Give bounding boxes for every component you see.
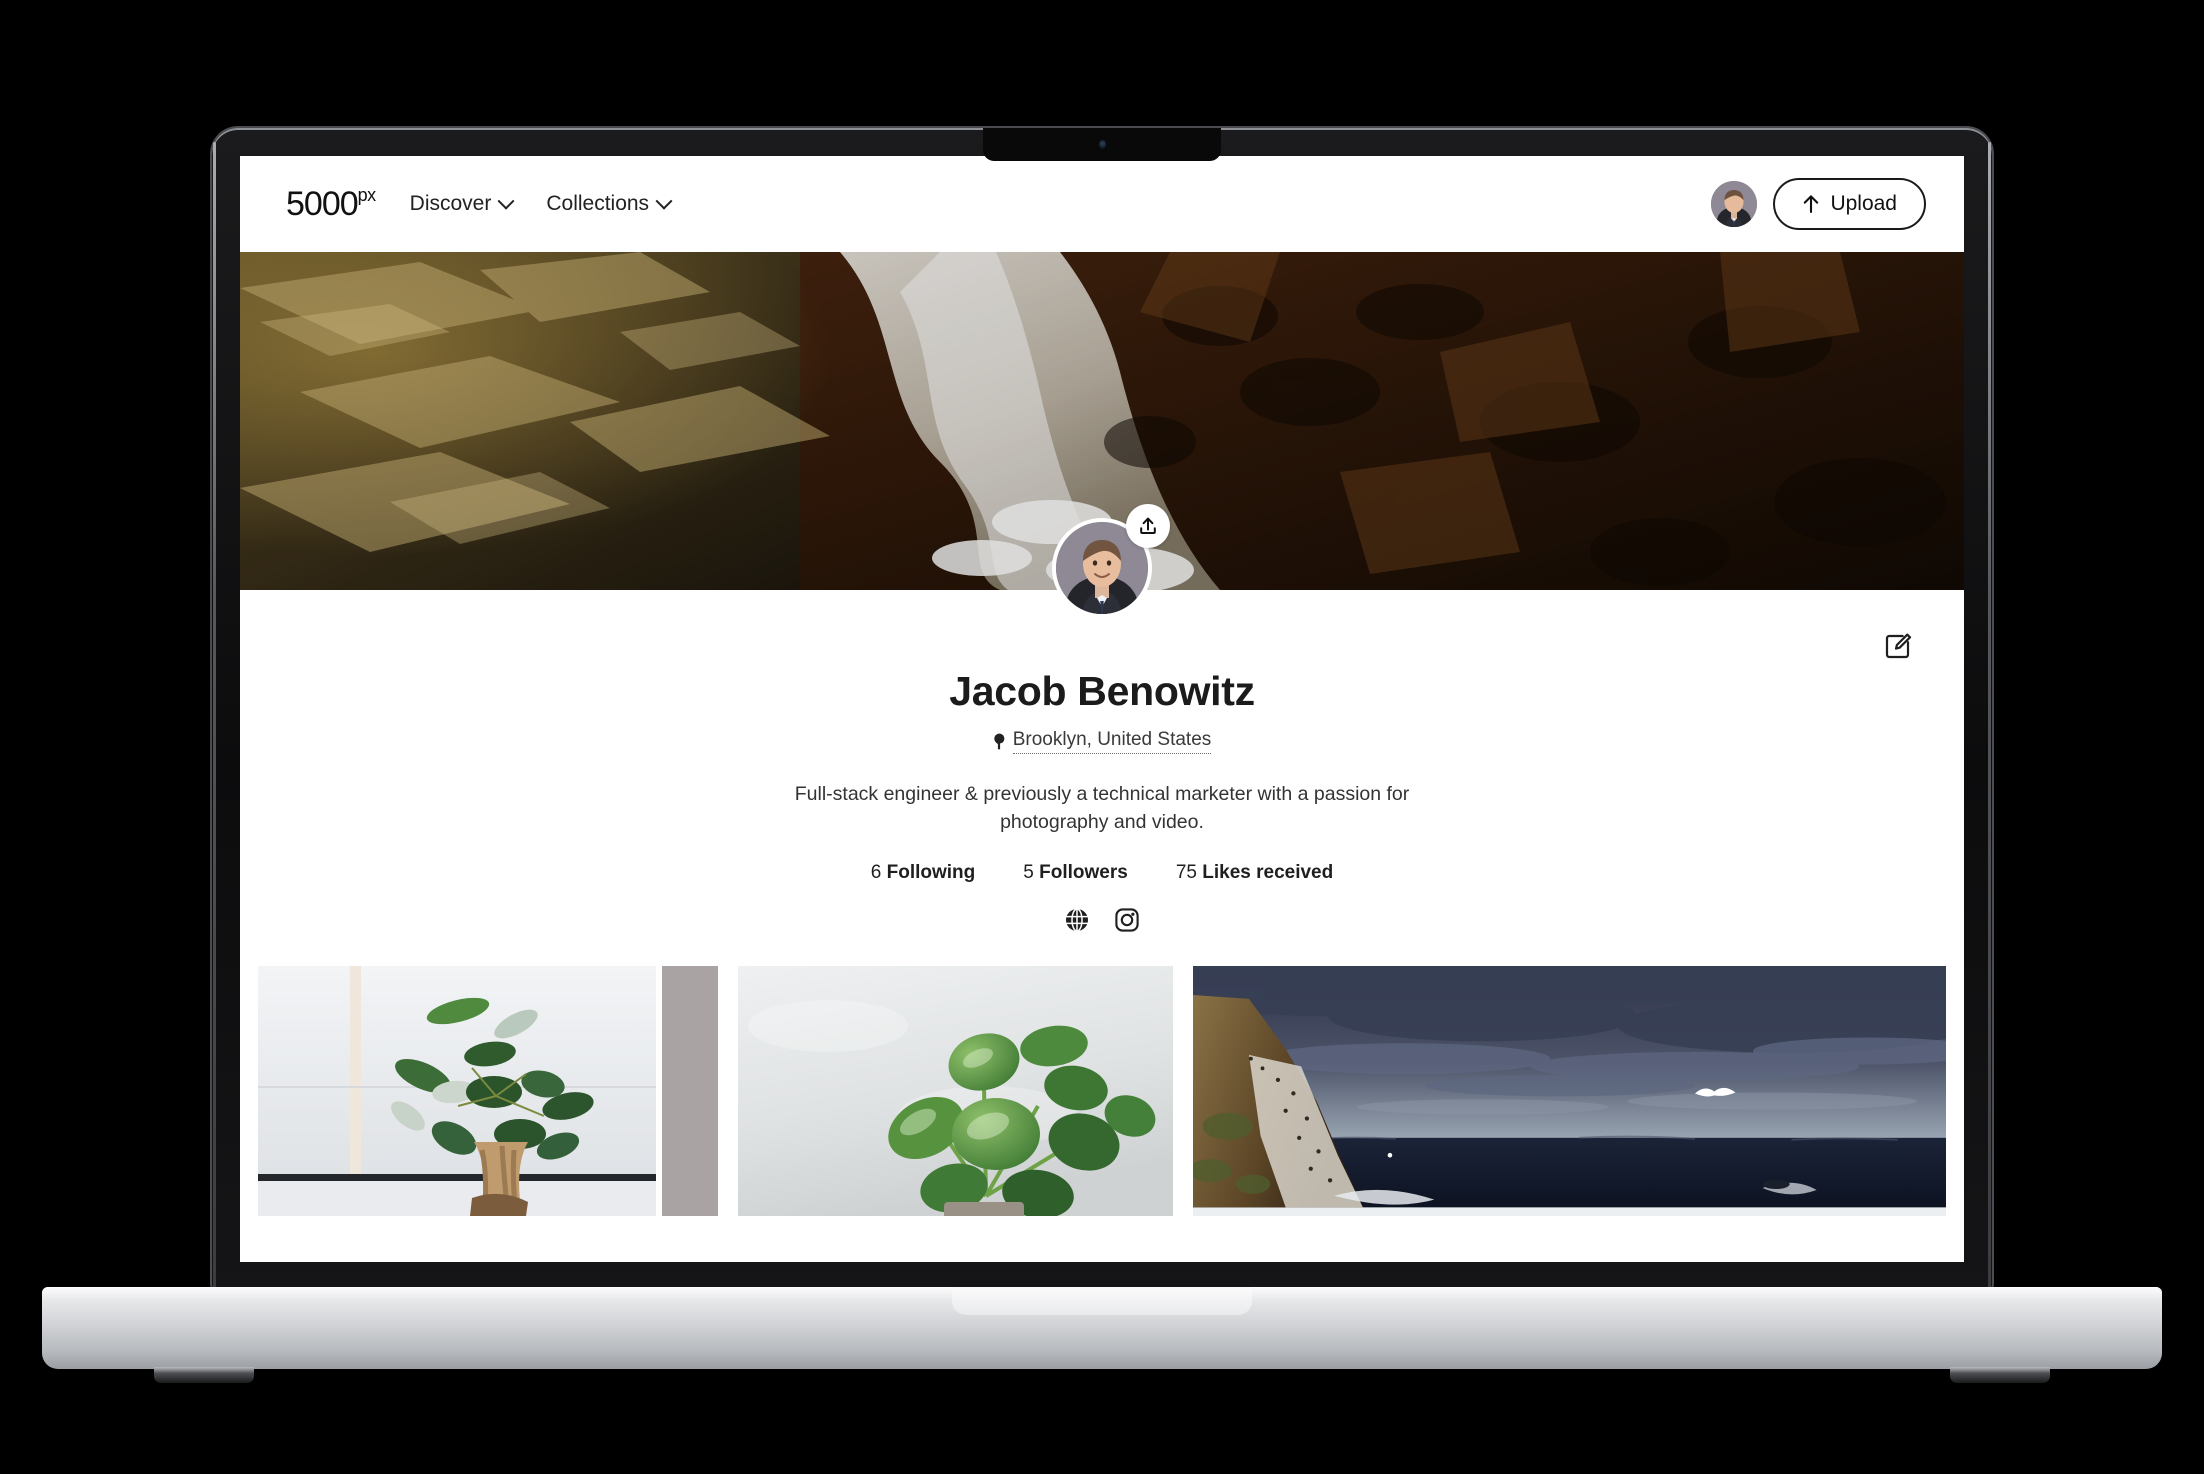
stat-value: 5 — [1023, 862, 1034, 884]
nav-item-label: Discover — [409, 192, 492, 215]
lid-edge-left — [213, 142, 216, 1290]
laptop-foot-left — [154, 1367, 254, 1383]
photo-gallery — [240, 966, 1964, 1217]
logo-text: 5000 — [286, 185, 359, 223]
nav-item-label: Collections — [546, 192, 650, 215]
header-avatar[interactable] — [1711, 181, 1758, 227]
gallery-item[interactable] — [1193, 966, 1946, 1217]
laptop-notch — [983, 128, 1221, 161]
screenshot-canvas: 5000 px Discover Collections Upload Jaco… — [0, 0, 2204, 1474]
profile-bio: Full-stack engineer & previously a techn… — [794, 783, 1410, 833]
gallery-image-bonsai — [258, 966, 718, 1217]
site-logo[interactable]: 5000 px — [286, 185, 377, 223]
laptop-base — [42, 1287, 2162, 1383]
avatar-image — [1711, 181, 1758, 227]
stat-followers[interactable]: 5 Followers — [1023, 862, 1128, 884]
stat-label: Following — [886, 862, 976, 884]
profile-stats: 6 Following 5 Followers 75 Likes receive… — [240, 862, 1964, 884]
lid-edge-right — [1988, 142, 1991, 1290]
social-link-instagram[interactable] — [1113, 906, 1141, 934]
profile-location[interactable]: Brooklyn, United States — [993, 729, 1212, 754]
upload-icon — [1140, 517, 1156, 534]
laptop-foot-right — [1950, 1367, 2050, 1383]
webcam-icon — [1098, 140, 1106, 149]
laptop-base-notch — [952, 1287, 1252, 1315]
profile-section: Jacob Benowitz Brooklyn, United States F… — [240, 504, 1964, 967]
chevron-down-icon — [497, 192, 515, 210]
arrow-up-icon — [1804, 195, 1819, 214]
profile-social-links — [240, 906, 1964, 934]
laptop-lid: 5000 px Discover Collections Upload Jaco… — [212, 128, 1992, 1290]
stat-label: Likes received — [1202, 862, 1334, 884]
social-link-website[interactable] — [1063, 906, 1091, 934]
gallery-item[interactable] — [258, 966, 718, 1217]
nav-item-collections[interactable]: Collections — [546, 192, 673, 216]
site-header: 5000 px Discover Collections Upload — [240, 156, 1964, 252]
stat-following[interactable]: 6 Following — [871, 862, 976, 884]
stat-likes-received[interactable]: 75 Likes received — [1176, 862, 1333, 884]
gallery-image-coastal-cliff — [1193, 966, 1946, 1208]
profile-avatar-wrapper — [1052, 504, 1170, 618]
chevron-down-icon — [655, 192, 673, 210]
profile-location-label: Brooklyn, United States — [1012, 729, 1212, 754]
upload-button-label: Upload — [1830, 192, 1897, 215]
stat-value: 75 — [1175, 862, 1197, 884]
stat-value: 6 — [870, 862, 882, 884]
stat-label: Followers — [1039, 862, 1128, 884]
nav-item-discover[interactable]: Discover — [409, 192, 515, 216]
gallery-image-peperomia — [738, 966, 1173, 1217]
avatar-upload-button[interactable] — [1126, 504, 1170, 548]
instagram-icon — [1115, 908, 1139, 933]
edit-pencil-square-icon — [1885, 633, 1912, 659]
map-pin-icon — [994, 733, 1005, 750]
logo-superscript: px — [357, 185, 377, 205]
upload-button[interactable]: Upload — [1773, 178, 1926, 230]
header-actions: Upload — [1711, 178, 1926, 230]
primary-nav: Discover Collections — [409, 192, 673, 216]
website-globe-icon — [1066, 908, 1088, 933]
gallery-item[interactable] — [738, 966, 1173, 1217]
browser-viewport: 5000 px Discover Collections Upload Jaco… — [240, 156, 1964, 1262]
edit-profile-button[interactable] — [1878, 626, 1918, 666]
